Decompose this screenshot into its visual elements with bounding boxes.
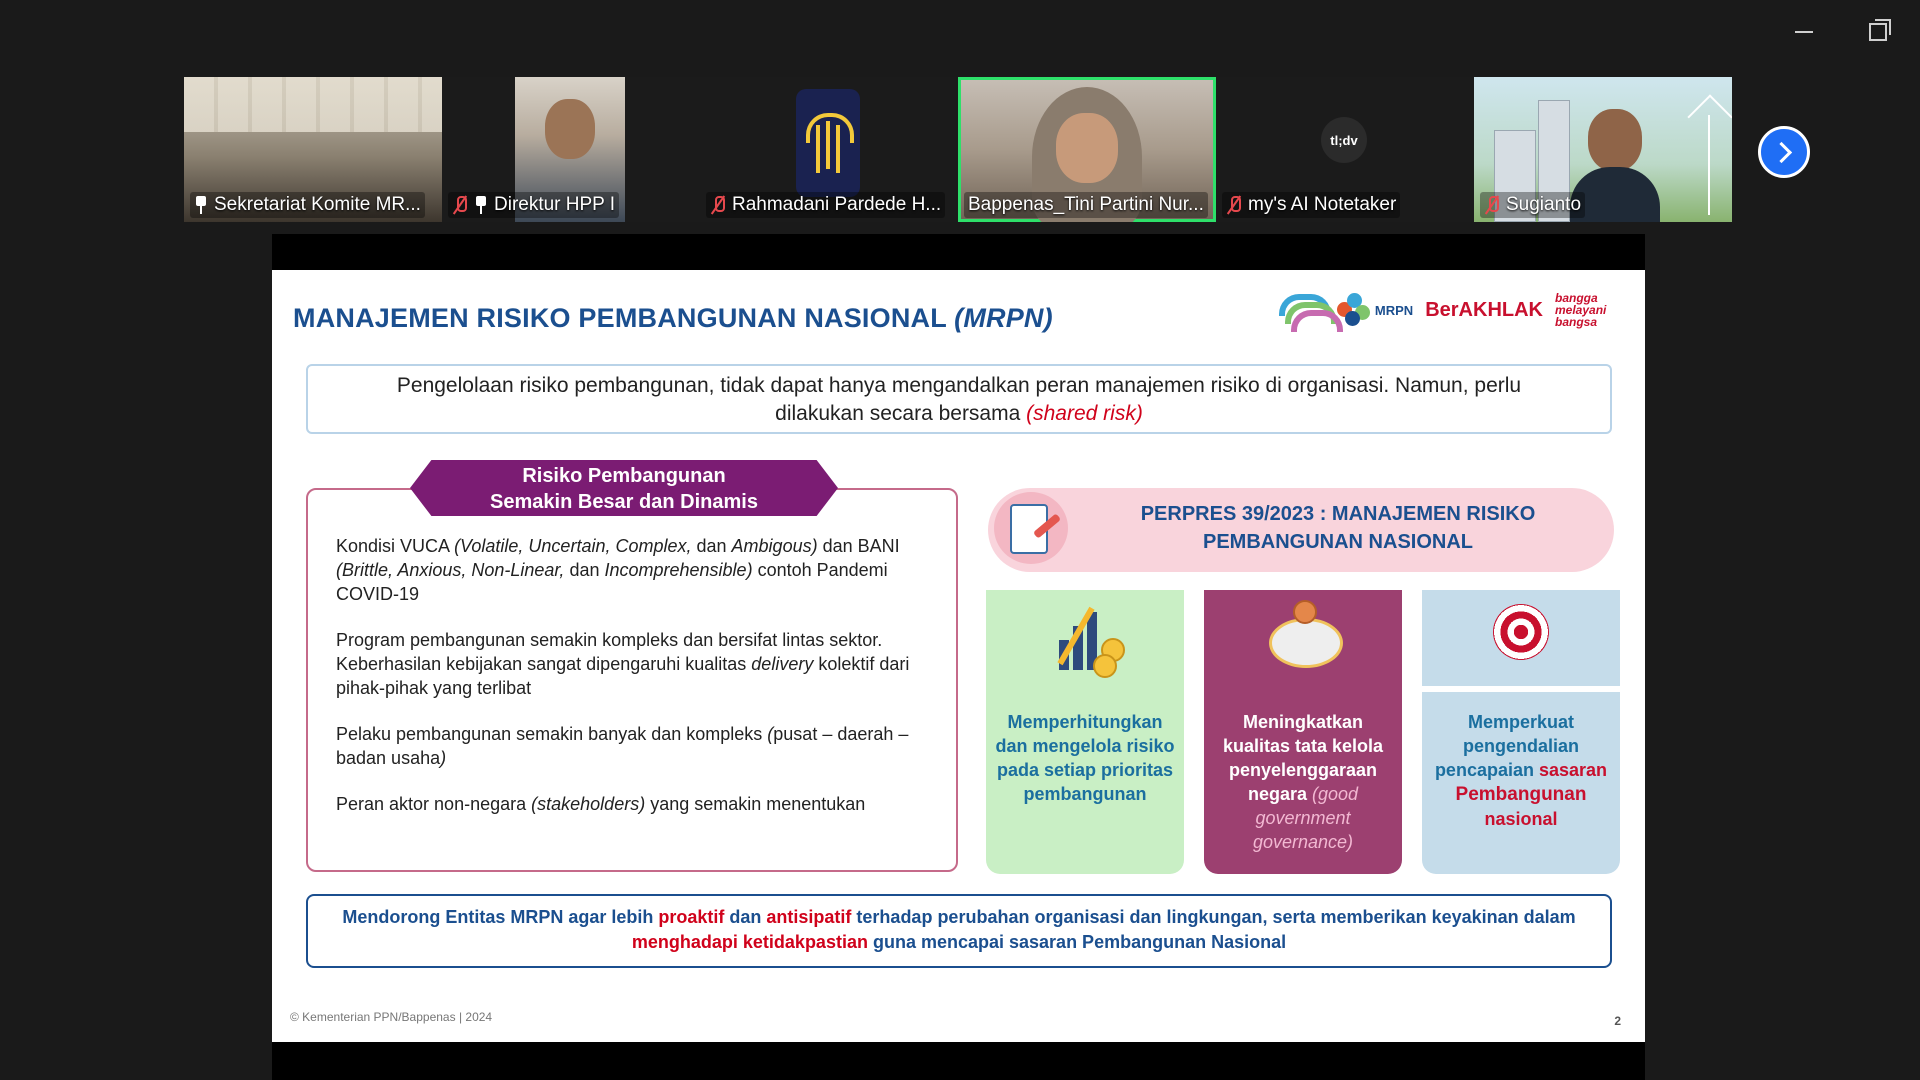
- document-pencil-icon: [994, 492, 1068, 564]
- participant-tile[interactable]: Sekretariat Komite MR...: [184, 77, 442, 222]
- participant-tile[interactable]: tl;dv my's AI Notetaker: [1216, 77, 1474, 222]
- intro-statement: Pengelolaan risiko pembangunan, tidak da…: [306, 364, 1612, 434]
- perpres-line: PEMBANGUNAN NASIONAL: [1203, 531, 1473, 553]
- target-icon: [1479, 598, 1563, 680]
- mic-muted-icon: [710, 195, 726, 215]
- emblem-tree-icon: [806, 113, 854, 173]
- person-head: [545, 99, 595, 159]
- participant-name: Sekretariat Komite MR...: [214, 194, 421, 215]
- intro-line: Pengelolaan risiko pembangunan, tidak da…: [396, 374, 1522, 397]
- pillar-illustration-area: [1204, 590, 1402, 686]
- participant-label: Sekretariat Komite MR...: [190, 192, 425, 218]
- pillar-illustration-area: [986, 590, 1184, 686]
- risk-item: Kondisi VUCA (Volatile, Uncertain, Compl…: [336, 536, 900, 604]
- mic-muted-icon: [452, 195, 468, 215]
- wind-turbine: [1708, 115, 1710, 215]
- participant-tile[interactable]: Rahmadani Pardede H...: [700, 77, 958, 222]
- ministry-emblem-avatar: [796, 89, 860, 197]
- shared-risk-emphasis: (shared risk): [1026, 402, 1143, 425]
- notetaker-logo: tl;dv: [1321, 117, 1367, 163]
- slide-page-number: 2: [1614, 1014, 1621, 1028]
- intro-line: dilakukan secara bersama (shared risk): [775, 402, 1143, 425]
- pillar-risk-calculation: Memperhitungkan dan mengelola risiko pad…: [986, 590, 1184, 874]
- person-head: [1588, 109, 1642, 171]
- pillar-text: Memperkuat pengendalian pencapaian sasar…: [1434, 712, 1608, 829]
- pillar-illustration-area: [1422, 590, 1620, 692]
- participant-name: Sugianto: [1506, 194, 1582, 215]
- mic-muted-icon: [1484, 195, 1500, 215]
- slide-title: MANAJEMEN RISIKO PEMBANGUNAN NASIONAL (M…: [293, 303, 1053, 334]
- participant-tile-active-speaker[interactable]: Bappenas_Tini Partini Nur...: [958, 77, 1216, 222]
- berakhlak-logo: BerAKHLAK: [1425, 298, 1543, 321]
- conclusion-box: Mendorong Entitas MRPN agar lebih proakt…: [306, 894, 1612, 968]
- slide-title-abbr: (MRPN): [954, 303, 1053, 333]
- minimize-icon: [1795, 31, 1813, 33]
- chevron-right-icon: [1770, 141, 1793, 163]
- restore-icon: [1869, 19, 1891, 41]
- participant-label: Sugianto: [1480, 192, 1586, 218]
- presentation-slide: MANAJEMEN RISIKO PEMBANGUNAN NASIONAL (M…: [272, 270, 1645, 1042]
- slide-title-text: MANAJEMEN RISIKO PEMBANGUNAN NASIONAL: [293, 303, 955, 333]
- mrpn-logo: MRPN: [1336, 293, 1414, 327]
- risk-item: Pelaku pembangunan semakin banyak dan ko…: [336, 724, 909, 768]
- participant-strip: Sekretariat Komite MR... Direktur HPP I …: [184, 77, 1736, 222]
- window-controls: [1790, 18, 1892, 46]
- risk-item: Peran aktor non-negara (stakeholders) ya…: [336, 794, 866, 814]
- participant-label: my's AI Notetaker: [1222, 192, 1401, 218]
- perpres-line: PERPRES 39/2023 : MANAJEMEN RISIKO: [1140, 503, 1536, 525]
- participant-name: Direktur HPP I: [494, 194, 616, 215]
- room-ceiling: [184, 77, 442, 132]
- bangga-melayani-bangsa-logo: bangga melayani bangsa: [1555, 291, 1607, 329]
- logo-row: MRPN BerAKHLAK bangga melayani bangsa: [1278, 290, 1625, 332]
- pillar-text: Memperhitungkan dan mengelola risiko pad…: [995, 712, 1175, 804]
- minimize-button[interactable]: [1790, 18, 1818, 46]
- pin-icon: [474, 196, 488, 214]
- risk-header-line: Risiko Pembangunan: [522, 465, 726, 487]
- pillar-target-control: Memperkuat pengendalian pencapaian sasar…: [1422, 590, 1620, 874]
- risk-header-line: Semakin Besar dan Dinamis: [490, 491, 758, 513]
- participant-name: Rahmadani Pardede H...: [732, 194, 942, 215]
- mrpn-logo-text: MRPN: [1374, 302, 1414, 318]
- risk-panel: Risiko Pembangunan Semakin Besar dan Din…: [306, 460, 958, 872]
- restore-button[interactable]: [1864, 18, 1892, 46]
- participant-name: my's AI Notetaker: [1248, 194, 1397, 215]
- shared-screen: MANAJEMEN RISIKO PEMBANGUNAN NASIONAL (M…: [272, 234, 1645, 1080]
- next-participants-button[interactable]: [1758, 126, 1810, 178]
- participant-tile[interactable]: Direktur HPP I: [442, 77, 700, 222]
- participant-tile[interactable]: Sugianto: [1474, 77, 1732, 222]
- team-collaboration-icon: [1261, 598, 1345, 680]
- risk-list: Kondisi VUCA (Volatile, Uncertain, Compl…: [336, 534, 936, 838]
- slide-footer: © Kementerian PPN/Bappenas | 2024: [290, 1010, 493, 1024]
- risk-item: Program pembangunan semakin kompleks dan…: [336, 630, 910, 698]
- perpres-title: PERPRES 39/2023 : MANAJEMEN RISIKO PEMBA…: [1088, 500, 1588, 556]
- person-face: [1056, 113, 1118, 183]
- pillar-text: Meningkatkan kualitas tata kelola penyel…: [1222, 712, 1384, 852]
- perpres-banner: PERPRES 39/2023 : MANAJEMEN RISIKO PEMBA…: [988, 488, 1614, 572]
- pin-icon: [194, 196, 208, 214]
- risk-panel-header: Risiko Pembangunan Semakin Besar dan Din…: [410, 460, 838, 516]
- mrpn-dots-icon: [1336, 293, 1371, 327]
- growth-chart-icon: [1043, 598, 1127, 680]
- bappenas-logo: [1278, 290, 1343, 332]
- mic-muted-icon: [1226, 195, 1242, 215]
- participant-label: Direktur HPP I: [448, 192, 620, 218]
- participant-label: Bappenas_Tini Partini Nur...: [964, 192, 1208, 218]
- participant-name: Bappenas_Tini Partini Nur...: [968, 194, 1204, 215]
- pillar-governance: Meningkatkan kualitas tata kelola penyel…: [1204, 590, 1402, 874]
- participant-label: Rahmadani Pardede H...: [706, 192, 946, 218]
